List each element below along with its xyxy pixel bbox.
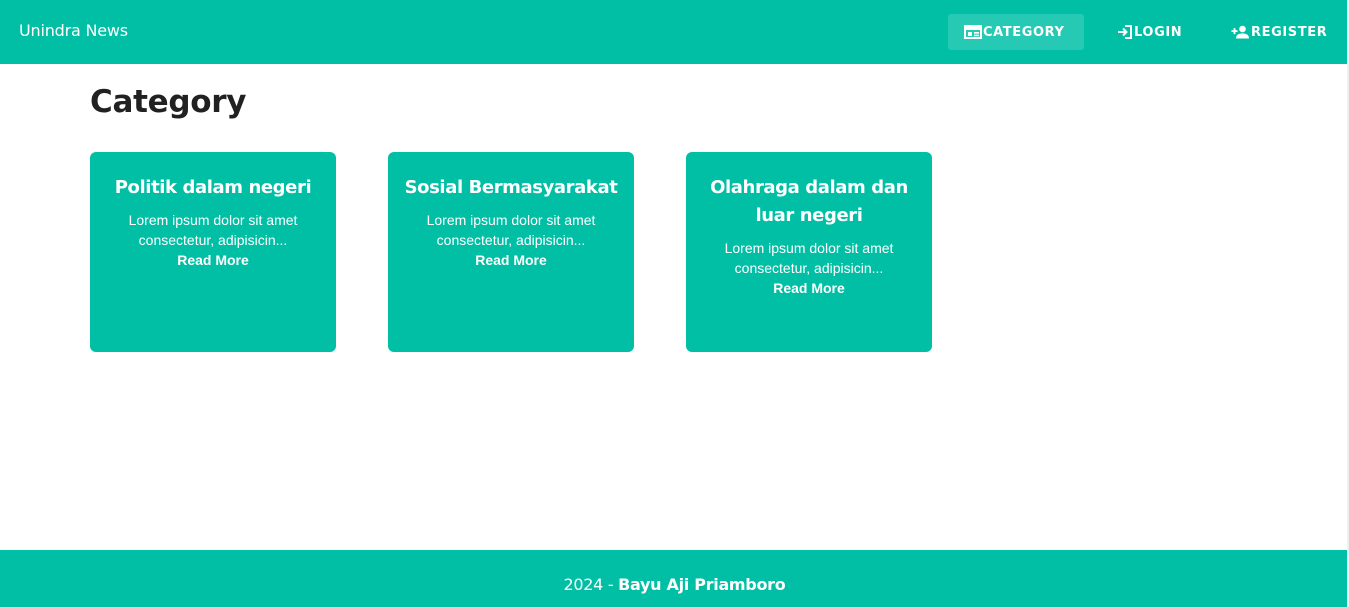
page-footer: 2024 - Bayu Aji Priamboro xyxy=(0,550,1349,607)
top-navbar: Unindra News CATEGORY LOGIN REGISTER xyxy=(0,0,1349,64)
person-add-icon xyxy=(1231,25,1250,39)
nav-category-label: CATEGORY xyxy=(983,24,1065,40)
card-excerpt: Lorem ipsum dolor sit amet consectetur, … xyxy=(426,212,596,248)
nav-login[interactable]: LOGIN xyxy=(1117,14,1197,50)
card-title: Politik dalam negeri xyxy=(114,177,312,198)
nav-register-label: REGISTER xyxy=(1251,24,1328,40)
read-more-link[interactable]: Read More xyxy=(100,250,326,270)
footer-year: 2024 - xyxy=(563,575,619,594)
card-excerpt: Lorem ipsum dolor sit amet consectetur, … xyxy=(724,240,894,276)
read-more-link[interactable]: Read More xyxy=(398,250,624,270)
read-more-link[interactable]: Read More xyxy=(696,278,922,298)
nav-login-label: LOGIN xyxy=(1134,24,1183,40)
category-card[interactable]: Politik dalam negeri Lorem ipsum dolor s… xyxy=(90,152,336,352)
footer-author: Bayu Aji Priamboro xyxy=(618,575,786,594)
card-title: Olahraga dalam dan luar negeri xyxy=(710,177,908,226)
category-icon xyxy=(964,25,982,39)
category-card[interactable]: Sosial Bermasyarakat Lorem ipsum dolor s… xyxy=(388,152,634,352)
card-title: Sosial Bermasyarakat xyxy=(404,177,618,198)
brand-logo[interactable]: Unindra News xyxy=(19,21,128,40)
card-excerpt: Lorem ipsum dolor sit amet consectetur, … xyxy=(128,212,298,248)
page-title: Category xyxy=(90,84,247,120)
login-icon xyxy=(1117,24,1133,40)
nav-register[interactable]: REGISTER xyxy=(1231,14,1341,50)
nav-category[interactable]: CATEGORY xyxy=(948,14,1084,50)
category-card[interactable]: Olahraga dalam dan luar negeri Lorem ips… xyxy=(686,152,932,352)
